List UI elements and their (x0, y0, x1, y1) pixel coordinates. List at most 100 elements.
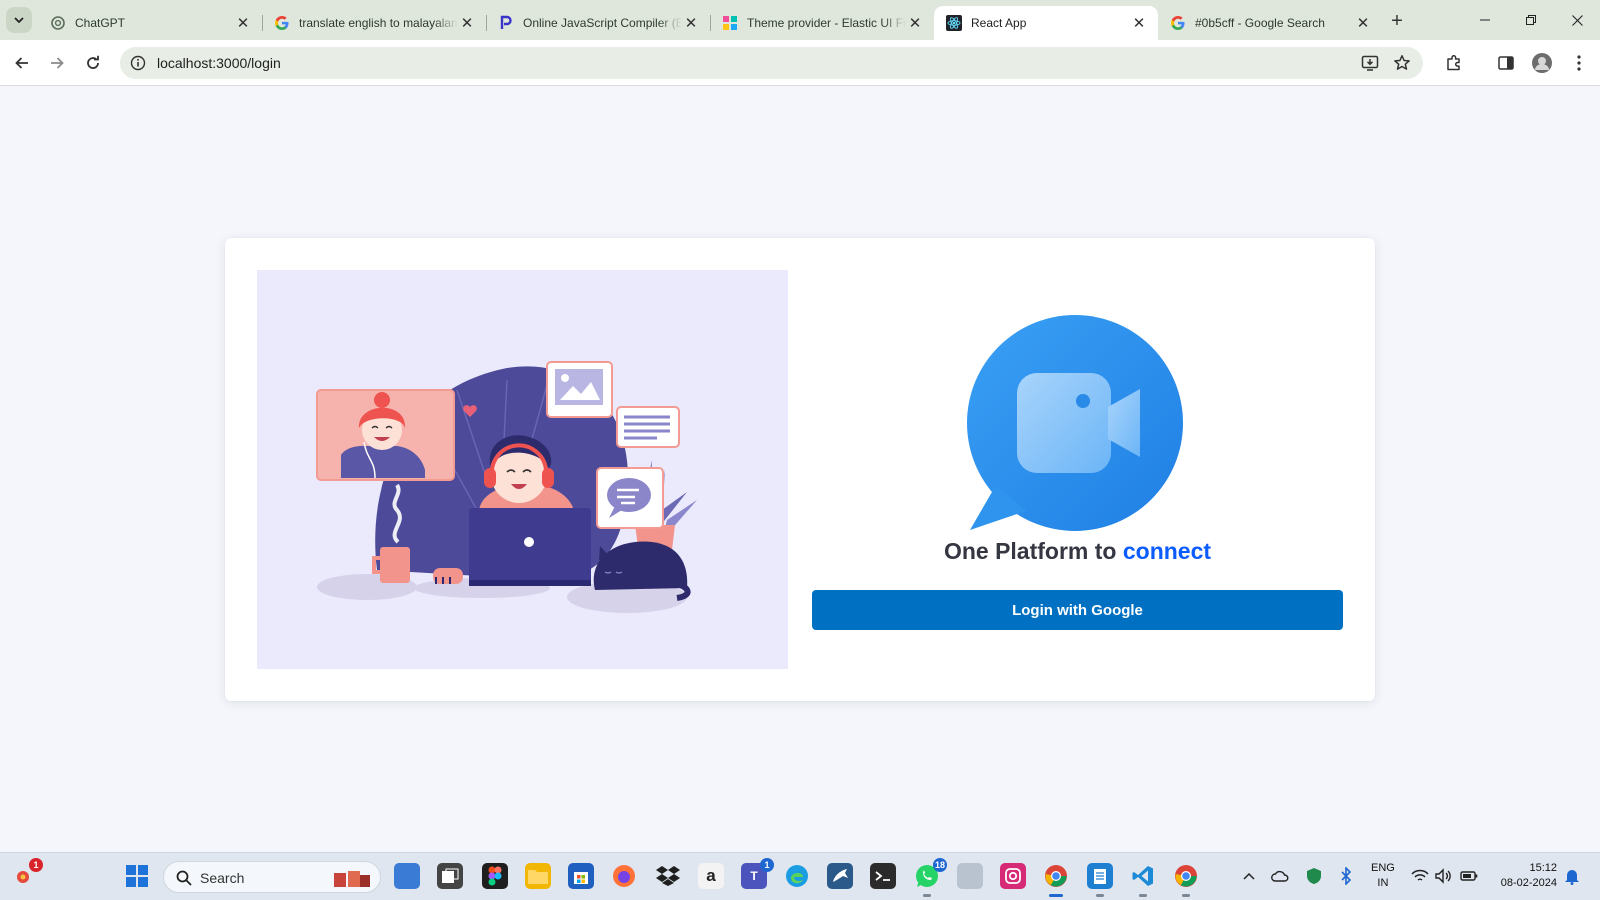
minimize-button[interactable] (1462, 0, 1508, 40)
bluetooth-tray[interactable] (1337, 867, 1355, 885)
restore-button[interactable] (1508, 0, 1554, 40)
edge-app[interactable] (784, 863, 810, 889)
site-info-icon[interactable] (128, 53, 148, 73)
tab-search-button[interactable] (6, 7, 32, 33)
volume-tray[interactable] (1434, 867, 1452, 885)
teams-app[interactable]: T 1 (741, 858, 774, 889)
region-code: IN (1377, 877, 1389, 889)
figma-icon (488, 866, 502, 886)
notification-badge: 1 (29, 858, 43, 872)
puzzle-icon (1447, 54, 1460, 71)
close-icon[interactable]: ✕ (458, 14, 476, 32)
close-window-button[interactable] (1554, 0, 1600, 40)
tab-list: ChatGPT ✕ translate english to malayalam… (38, 6, 1382, 40)
start-button[interactable] (124, 863, 150, 889)
onedrive-tray[interactable] (1271, 867, 1289, 885)
close-icon[interactable]: ✕ (234, 14, 252, 32)
taskbar-search[interactable]: Search (163, 861, 381, 893)
battery-tray[interactable] (1460, 867, 1478, 885)
tab-strip: ChatGPT ✕ translate english to malayalam… (0, 0, 1600, 40)
chrome-profile-app[interactable] (1173, 863, 1199, 897)
restore-icon (1526, 15, 1536, 25)
reload-button[interactable] (79, 49, 107, 77)
tagline-prefix: One Platform to (943, 538, 1117, 564)
copilot-app[interactable] (394, 863, 420, 889)
extensions-button[interactable] (1442, 51, 1466, 75)
instagram-app[interactable] (1000, 863, 1026, 889)
back-arrow-icon (15, 57, 28, 69)
chatgpt-icon (50, 15, 66, 31)
close-icon[interactable]: ✕ (906, 14, 924, 32)
back-button[interactable] (8, 49, 36, 77)
microsoft-store-app[interactable] (568, 863, 594, 889)
search-label: Search (200, 870, 245, 886)
mysql-workbench-app[interactable] (827, 863, 853, 889)
forward-button[interactable] (43, 49, 71, 77)
task-view-button[interactable] (437, 863, 463, 889)
vscode-app[interactable] (1130, 863, 1156, 897)
profile-avatar[interactable] (1530, 51, 1554, 75)
weather-widget[interactable]: 1 (10, 858, 43, 889)
react-icon (946, 15, 962, 31)
close-icon[interactable]: ✕ (1130, 14, 1148, 32)
teams-badge: 1 (760, 858, 774, 872)
show-hidden-icons-button[interactable] (1240, 867, 1258, 885)
close-icon[interactable]: ✕ (1354, 14, 1372, 32)
wifi-tray[interactable] (1411, 867, 1429, 885)
clock[interactable]: 15:12 08-02-2024 (1493, 861, 1557, 891)
firefox-icon (613, 865, 635, 887)
video-call-illustration (316, 361, 697, 613)
task-view-icon (442, 868, 459, 883)
notepad-icon (1094, 869, 1106, 884)
language-indicator[interactable]: ENG IN (1371, 861, 1395, 891)
dolphin-icon (833, 869, 848, 882)
tab-elastic-theme[interactable]: Theme provider - Elastic UI Framework ✕ (710, 6, 934, 40)
whatsapp-app[interactable]: 18 (914, 858, 947, 897)
close-icon (1571, 14, 1583, 26)
tab-translate[interactable]: translate english to malayalam ✕ (262, 6, 486, 40)
bookmark-star-icon[interactable] (1392, 53, 1412, 73)
amazon-app[interactable]: a (698, 863, 724, 889)
security-tray[interactable] (1305, 867, 1323, 885)
vscode-icon (1132, 866, 1153, 886)
chrome-icon (1045, 865, 1067, 887)
tab-title: translate english to malayalam (299, 16, 458, 30)
search-icon (176, 870, 192, 886)
side-panel-button[interactable] (1494, 51, 1518, 75)
login-card: One Platform to connect Login with Googl… (225, 238, 1375, 701)
tab-google-search[interactable]: #0b5cff - Google Search ✕ (1158, 6, 1382, 40)
tab-title: ChatGPT (75, 16, 126, 30)
tab-react-app[interactable]: React App ✕ (934, 6, 1158, 40)
install-app-icon[interactable] (1360, 53, 1380, 73)
file-explorer-app[interactable] (525, 863, 551, 889)
tab-title: React App (971, 16, 1027, 30)
edge-icon (786, 865, 808, 887)
speaker-icon (1435, 868, 1451, 884)
chrome-icon (1175, 865, 1197, 887)
figma-app[interactable] (482, 863, 508, 889)
reload-icon (87, 55, 99, 69)
amazon-icon: a (706, 866, 716, 885)
dropbox-app[interactable] (655, 863, 681, 889)
tab-js-compiler[interactable]: Online JavaScript Compiler (Editor) ✕ (486, 6, 710, 40)
url-text: localhost:3000/login (157, 55, 281, 71)
close-icon[interactable]: ✕ (682, 14, 700, 32)
browser-menu-button[interactable] (1567, 51, 1591, 75)
pinned-app[interactable] (957, 863, 983, 889)
notifications-tray[interactable] (1563, 867, 1581, 885)
forward-arrow-icon (51, 57, 64, 69)
battery-icon (1460, 871, 1478, 881)
tagline: One Platform to connect (812, 538, 1343, 565)
bell-icon (1565, 870, 1579, 885)
login-with-google-button[interactable]: Login with Google (812, 590, 1343, 630)
illustration-panel (257, 270, 788, 669)
firefox-app[interactable] (611, 863, 637, 889)
notepad-app[interactable] (1087, 863, 1113, 897)
bluetooth-icon (1341, 867, 1352, 885)
chrome-app[interactable] (1043, 863, 1069, 897)
address-bar[interactable]: localhost:3000/login (120, 47, 1423, 79)
terminal-app[interactable] (870, 863, 896, 889)
programiz-icon (498, 15, 514, 31)
tab-chatgpt[interactable]: ChatGPT ✕ (38, 6, 262, 40)
new-tab-button[interactable]: + (1385, 9, 1409, 33)
